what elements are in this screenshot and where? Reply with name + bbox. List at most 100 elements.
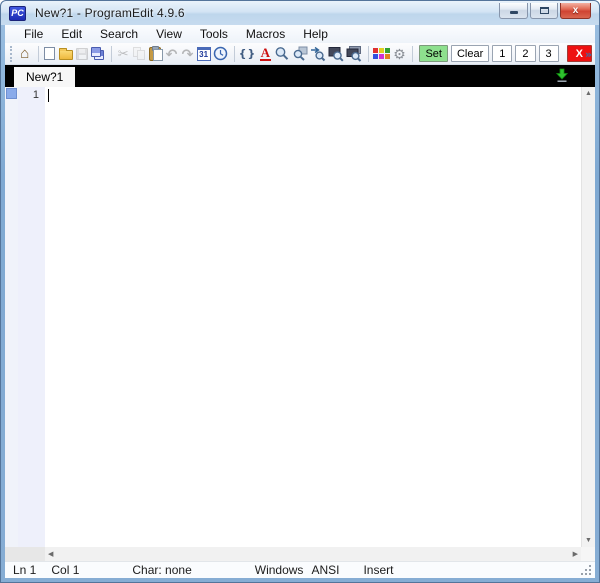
find-in-files-button[interactable] [292,45,308,63]
tab-new1[interactable]: New?1 [14,67,76,87]
menu-file[interactable]: File [15,26,52,42]
home-icon: ⌂ [20,44,30,62]
find-next-icon [311,46,326,61]
status-column: Col 1 [51,563,80,577]
clear-button[interactable]: Clear [450,45,490,62]
replace-in-files-button[interactable] [346,45,362,63]
find-button[interactable] [274,45,290,63]
window-content: File Edit Search View Tools Macros Help … [5,25,595,578]
paste-button[interactable] [148,45,164,63]
status-line-endings: Windows [254,563,304,577]
cut-button[interactable]: ✂ [116,45,130,63]
search-icon [275,46,289,60]
home-button[interactable]: ⌂ [18,45,32,63]
menu-search[interactable]: Search [91,26,147,42]
cut-icon: ✂ [117,45,129,61]
tab-bar: New?1 [5,65,595,87]
save-button[interactable] [75,45,89,63]
replace-icon [328,46,344,62]
menu-macros[interactable]: Macros [237,26,294,42]
scroll-down-icon[interactable]: ▼ [585,534,592,547]
app-window: PC New?1 - ProgramEdit 4.9.6 x File Edit… [0,0,600,583]
gear-icon: ⚙ [393,45,406,62]
toolbar-separator [412,45,414,62]
menu-tools[interactable]: Tools [191,26,237,42]
save-all-icon [91,46,105,61]
status-char: Char: none [132,563,192,577]
new-file-button[interactable] [43,45,57,63]
block-select-button[interactable]: {} [239,45,257,63]
maximize-icon [539,7,549,14]
menu-help[interactable]: Help [294,26,337,42]
redo-button[interactable]: ↷ [180,45,194,63]
bookmark-1-button[interactable]: 1 [492,45,513,62]
calendar-icon: 31 [196,46,211,61]
green-down-arrow-icon [555,68,569,82]
close-button[interactable]: x [560,3,591,19]
resize-grip[interactable] [580,564,592,576]
find-next-button[interactable] [310,45,326,63]
bookmark-3-button[interactable]: 3 [538,45,559,62]
minimize-icon [509,11,518,14]
set-button[interactable]: Set [419,45,448,62]
redo-icon: ↷ [181,45,194,62]
undo-icon: ↶ [165,45,178,62]
status-line: Ln 1 [13,563,37,577]
toolbar-separator [368,45,370,62]
toolbar-overflow-button[interactable]: » [585,45,592,63]
editor-margin[interactable] [5,87,18,547]
clock-icon [213,46,227,61]
replace-button[interactable] [328,45,344,63]
undo-button[interactable]: ↶ [164,45,178,63]
menu-view[interactable]: View [147,26,191,42]
color-palette-button[interactable] [373,45,391,63]
editor-area: 1 ▲ ▼ [5,87,595,547]
toolbar-grip[interactable] [10,45,13,62]
tab-scroll-down-button[interactable] [555,68,569,88]
scroll-up-icon[interactable]: ▲ [585,87,592,100]
palette-icon [373,48,391,59]
status-encoding: ANSI [311,563,340,577]
paste-icon [149,45,164,61]
menu-edit[interactable]: Edit [52,26,91,42]
copy-icon [132,46,146,61]
toolbar-separator [37,45,39,62]
braces-icon: {} [238,46,257,60]
horizontal-scrollbar-row: ◀ ▶ [5,547,595,561]
scroll-right-icon[interactable]: ▶ [573,548,578,561]
toolbar: ⌂ ✂ ↶ ↷ 31 {} A ⚙ Set Clear 1 2 3 X » [5,43,595,65]
settings-button[interactable]: ⚙ [392,45,406,63]
open-file-button[interactable] [58,45,73,63]
title-bar[interactable]: PC New?1 - ProgramEdit 4.9.6 x [1,1,599,25]
line-number: 1 [32,89,39,101]
horizontal-scrollbar[interactable]: ◀ ▶ [45,547,581,561]
font-color-button[interactable]: A [258,45,272,63]
margin-marker [6,88,17,99]
scrollbar-corner [5,547,45,561]
open-folder-icon [58,48,73,60]
vertical-scrollbar[interactable]: ▲ ▼ [581,87,595,547]
text-editing-area[interactable] [45,87,595,547]
status-bar: Ln 1 Col 1 Char: none Windows ANSI Inser… [5,561,595,578]
app-icon: PC [9,5,26,21]
text-caret [48,89,49,102]
save-icon [76,47,89,60]
find-in-files-icon [294,46,308,61]
bookmark-2-button[interactable]: 2 [515,45,536,62]
toolbar-separator [111,45,113,62]
scroll-left-icon[interactable]: ◀ [48,548,53,561]
insert-time-button[interactable] [213,45,228,63]
save-all-button[interactable] [91,45,105,63]
copy-button[interactable] [132,45,146,63]
close-icon: x [572,4,579,16]
insert-date-button[interactable]: 31 [196,45,211,63]
line-number-column: 1 [18,87,45,547]
font-color-icon: A [259,45,272,61]
window-controls: x [499,3,591,19]
new-file-icon [44,47,56,60]
maximize-button[interactable] [530,3,558,19]
chevron-overflow-icon: » [584,48,592,61]
scrollbar-right-corner [581,547,595,561]
minimize-button[interactable] [499,3,528,19]
menu-bar: File Edit Search View Tools Macros Help [5,25,595,43]
